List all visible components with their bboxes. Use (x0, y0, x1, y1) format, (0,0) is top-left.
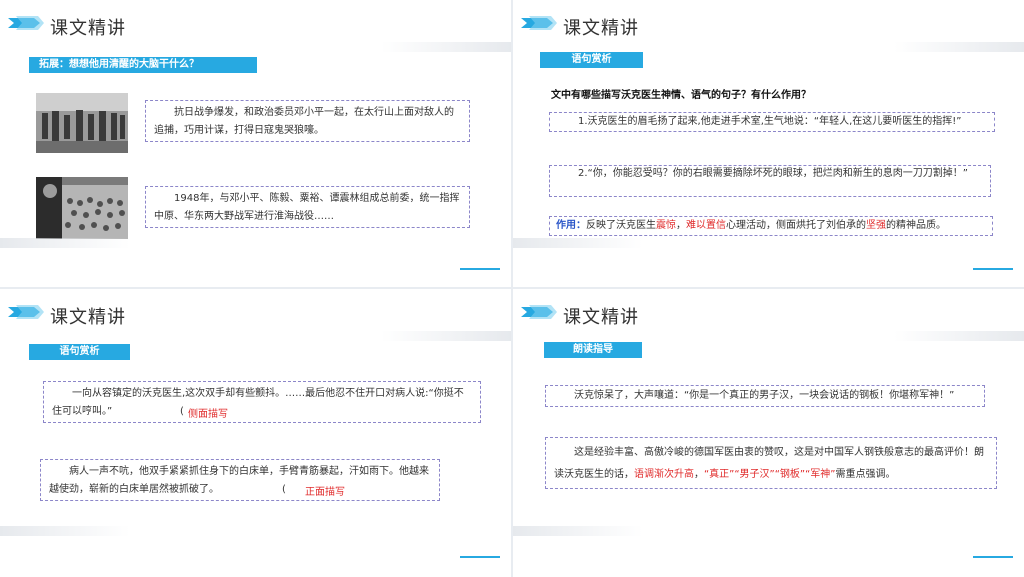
slide-title: 课文精讲 (50, 18, 126, 39)
effect-text-4: 的精神品质。 (886, 220, 946, 231)
decor-bar (381, 42, 511, 52)
effect-text-1: 反映了沃克医生 (586, 220, 656, 231)
effect-box: 作用：反映了沃克医生震惊，难以置信心理活动，侧面烘托了刘伯承的坚强的精神品质。 (549, 216, 993, 236)
slide-title: 课文精讲 (563, 18, 639, 39)
decor-bar (381, 331, 511, 341)
arrow-logo-icon (8, 305, 44, 319)
section-banner: 语句赏析 (29, 344, 130, 360)
decor-band (513, 238, 643, 248)
historical-photo-soldiers (36, 93, 128, 153)
decor-line (973, 556, 1013, 558)
decor-line (460, 556, 500, 558)
slide-1[interactable]: 课文精讲 拓展：想想他用清醒的大脑干什么？ 抗日战争爆发，和政治委员邓小平一起，… (0, 0, 511, 287)
quote-box-side: 一向从容镇定的沃克医生,这次双手却有些颤抖。……最后他忍不住开口对病人说:“你挺… (43, 381, 481, 423)
slide-3[interactable]: 课文精讲 语句赏析 一向从容镇定的沃克医生,这次双手却有些颤抖。……最后他忍不住… (0, 289, 511, 577)
note-front-description: 正面描写 (305, 487, 345, 498)
section-banner: 朗读指导 (544, 342, 642, 358)
guidance-box: 这是经验丰富、高傲冷峻的德国军医由衷的赞叹，这是对中国军人钢铁般意志的最高评价！… (545, 437, 997, 489)
text-box-huaihai: 1948年，与邓小平、陈毅、粟裕、谭震林组成总前委，统一指挥中原、华东两大野战军… (145, 186, 470, 228)
note-paren: ( (180, 406, 184, 417)
slide-4[interactable]: 课文精讲 朗读指导 沃克惊呆了，大声嚷道：“你是一个真正的男子汉，一块会说话的钢… (513, 289, 1024, 577)
effect-highlight-2: 难以置信 (686, 220, 726, 231)
arrow-logo-icon (521, 305, 557, 319)
decor-band (0, 526, 130, 536)
guidance-text-2: ， (694, 469, 704, 480)
note-side-description: 侧面描写 (188, 409, 228, 420)
decor-line (973, 268, 1013, 270)
historical-photo-crowd (36, 177, 128, 239)
text-box-war: 抗日战争爆发，和政治委员邓小平一起，在太行山上面对敌人的追捕，巧用计谋，打得日寇… (145, 100, 470, 142)
quote-box-2: 2.“你，你能忍受吗？你的右眼需要摘除坏死的眼球，把烂肉和新生的息肉一刀刀割掉！… (549, 165, 991, 197)
quote-box: 沃克惊呆了，大声嚷道：“你是一个真正的男子汉，一块会说话的钢板！你堪称军神！” (545, 385, 985, 407)
topic-banner: 拓展：想想他用清醒的大脑干什么？ (29, 57, 257, 73)
section-banner: 语句赏析 (540, 52, 643, 68)
question-text: 文中有哪些描写沃克医生神情、语气的句子？有什么作用？ (551, 90, 811, 101)
effect-text-3: 心理活动，侧面烘托了刘伯承的 (726, 220, 866, 231)
decor-band (0, 238, 130, 248)
note-paren: ( (282, 484, 286, 495)
decor-line (460, 268, 500, 270)
effect-label: 作用： (556, 220, 586, 231)
effect-highlight-3: 坚强 (866, 220, 886, 231)
decor-band (513, 526, 643, 536)
arrow-logo-icon (8, 16, 44, 30)
effect-highlight-1: 震惊 (656, 220, 676, 231)
guidance-highlight-tone: 语调渐次升高 (634, 469, 694, 480)
guidance-highlight-words: “真正”“男子汉”“钢板”“军神” (704, 469, 836, 480)
decor-bar (894, 42, 1024, 52)
quote-box-front: 病人一声不吭，他双手紧紧抓住身下的白床单，手臂青筋暴起，汗如雨下。他越来越使劲，… (40, 459, 440, 501)
decor-bar (894, 331, 1024, 341)
guidance-text-3: 需重点强调。 (835, 469, 896, 480)
arrow-logo-icon (521, 16, 557, 30)
effect-text-2: ， (676, 220, 686, 231)
slide-title: 课文精讲 (50, 307, 126, 328)
quote-box-1: 1.沃克医生的眉毛扬了起来,他走进手术室,生气地说：“年轻人,在这儿要听医生的指… (549, 112, 995, 132)
slide-title: 课文精讲 (563, 307, 639, 328)
slide-2[interactable]: 课文精讲 语句赏析 文中有哪些描写沃克医生神情、语气的句子？有什么作用？ 1.沃… (513, 0, 1024, 287)
